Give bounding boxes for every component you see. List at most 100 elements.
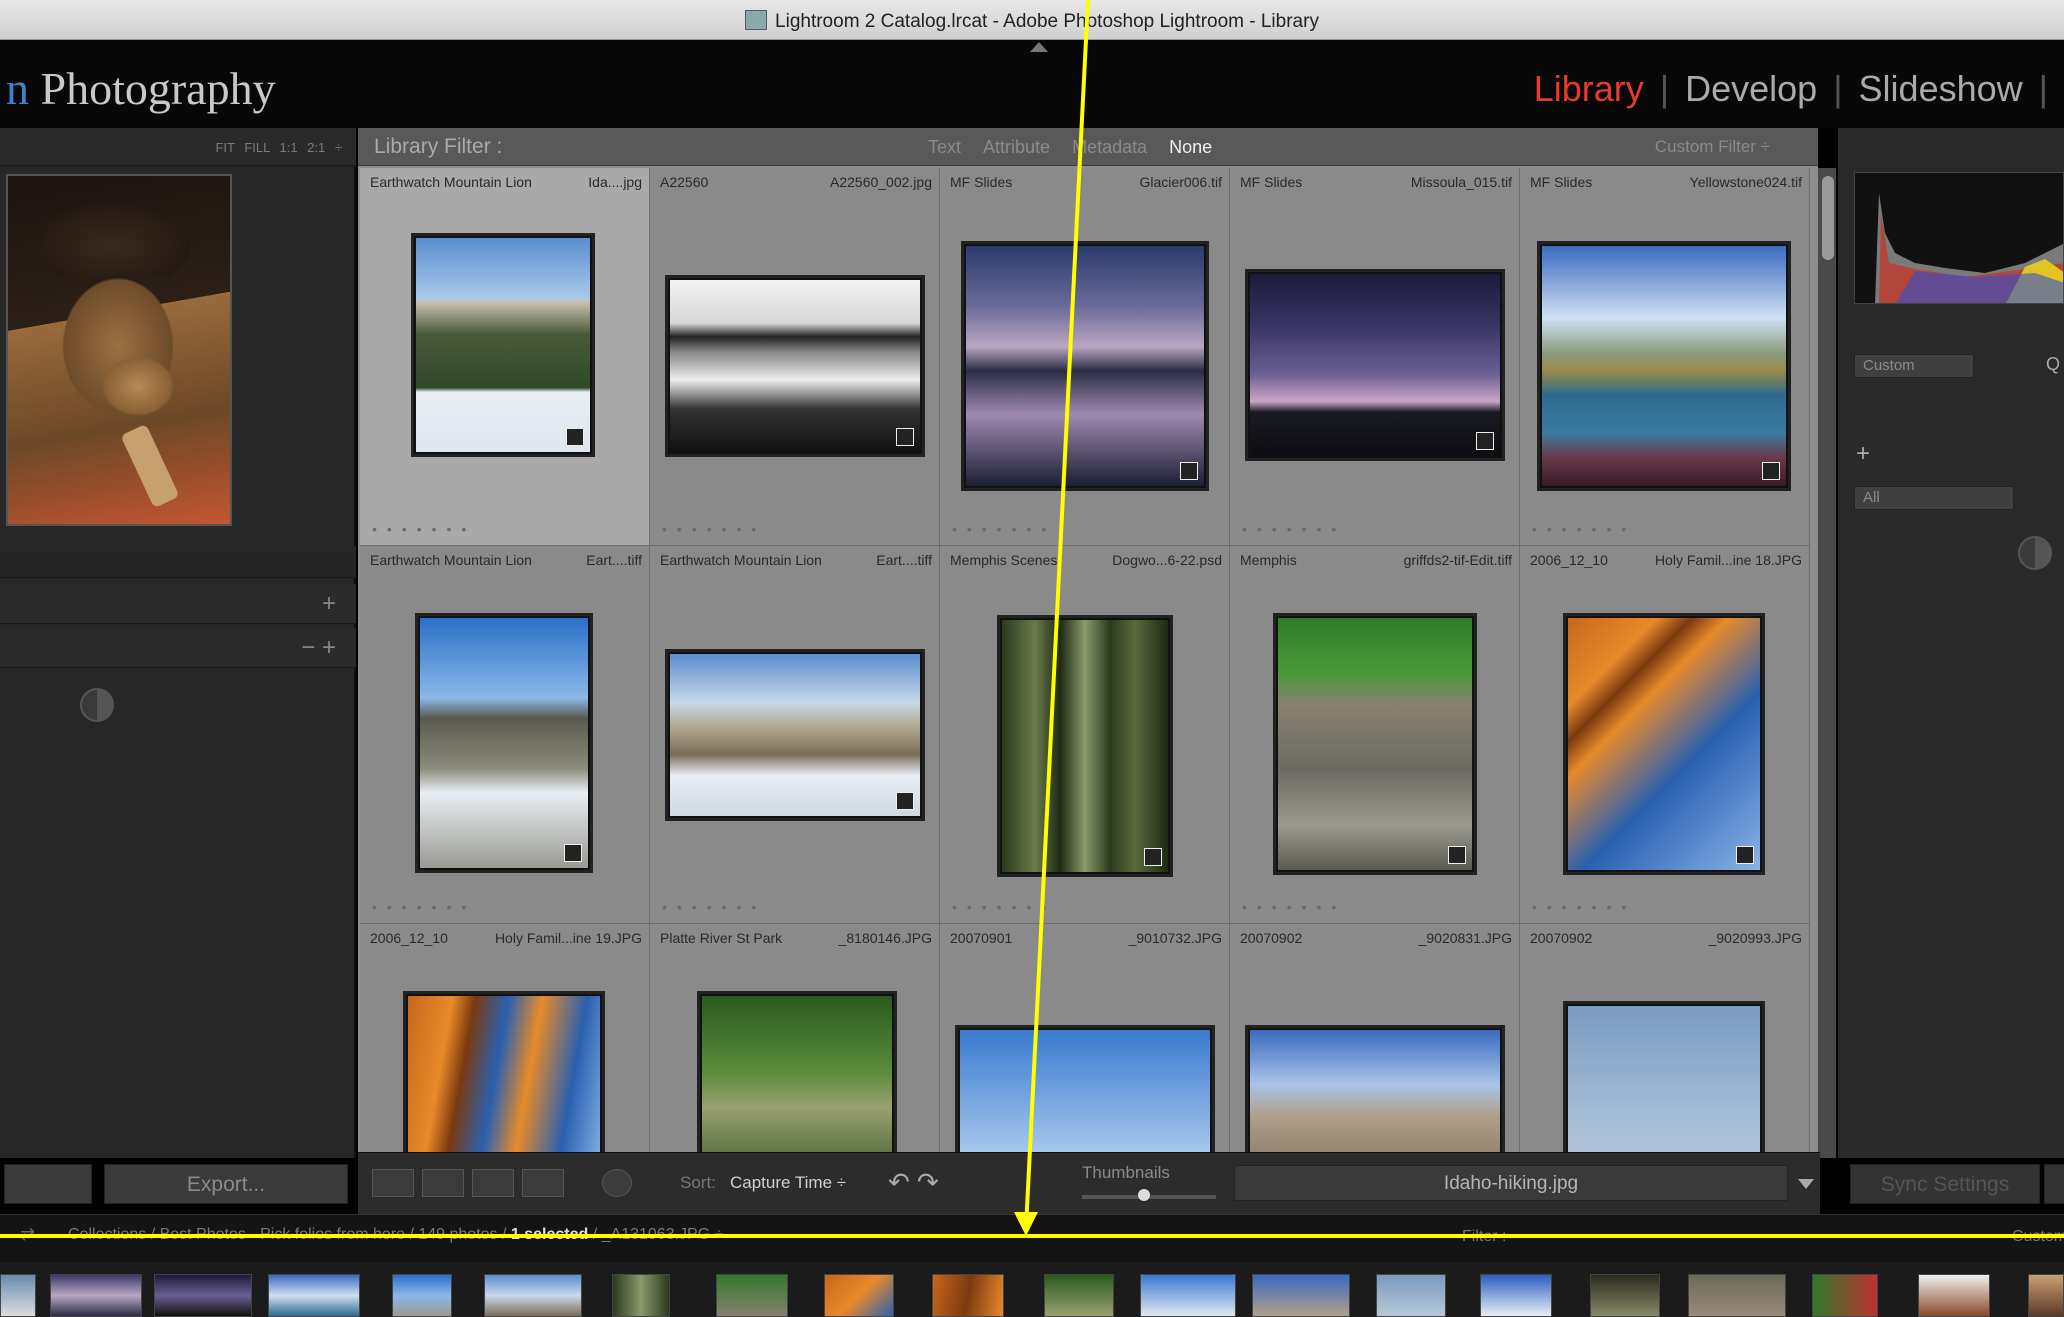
photo-thumbnail[interactable] <box>414 236 592 454</box>
filter-text[interactable]: Text <box>928 137 961 157</box>
thumbnail-grid: Earthwatch Mountain Lion Ida....jpg •••••… <box>360 168 1812 1154</box>
photo-thumbnail[interactable] <box>1276 616 1474 872</box>
grid-cell[interactable]: 2006_12_10 Holy Famil...ine 18.JPG ••••••… <box>1520 546 1810 924</box>
thumbnail-size-handle[interactable] <box>1138 1189 1150 1201</box>
grid-cell[interactable]: Memphis Scenes Dogwo...6-22.psd ••••••• <box>940 546 1230 924</box>
grid-cell[interactable]: Platte River St Park _8180146.JPG <box>650 924 940 1154</box>
photo-thumbnail[interactable] <box>418 616 590 870</box>
photo-thumbnail[interactable] <box>1566 1004 1762 1154</box>
filter-none[interactable]: None <box>1169 137 1212 157</box>
module-separator: | <box>2038 68 2048 109</box>
filter-preset-select[interactable]: Custom Filter ÷ <box>1655 137 1770 157</box>
sort-label: Sort: <box>680 1173 716 1192</box>
photo-thumbnail[interactable] <box>1248 1028 1502 1154</box>
grid-cell[interactable]: 2006_12_10 Holy Famil...ine 19.JPG <box>360 924 650 1154</box>
filmstrip-thumb[interactable] <box>612 1274 670 1317</box>
filmstrip-thumb[interactable] <box>1376 1274 1446 1317</box>
filmstrip-thumb[interactable] <box>1918 1274 1990 1317</box>
filmstrip-thumb[interactable] <box>1688 1274 1786 1317</box>
filmstrip-thumb[interactable] <box>1252 1274 1350 1317</box>
filmstrip-thumb[interactable] <box>50 1274 142 1317</box>
grid-cell[interactable]: Earthwatch Mountain Lion Eart....tiff •••… <box>650 546 940 924</box>
photo-thumbnail[interactable] <box>1540 244 1788 488</box>
add-keyword-icon[interactable]: + <box>1856 440 1870 468</box>
preset-select[interactable]: Custom <box>1854 354 1974 378</box>
module-slideshow[interactable]: Slideshow <box>1859 68 2023 109</box>
filmstrip-filter-preset[interactable]: Custom <box>2012 1228 2064 1246</box>
filmstrip-thumb[interactable] <box>1044 1274 1114 1317</box>
loupe-view-icon[interactable] <box>422 1169 464 1197</box>
photo-thumbnail[interactable] <box>668 652 922 818</box>
sort-select[interactable]: Capture Time ÷ <box>730 1173 846 1193</box>
edit-badge-icon <box>1144 848 1162 866</box>
photo-thumbnail[interactable] <box>964 244 1206 488</box>
filter-metadata[interactable]: Metadata <box>1072 137 1147 157</box>
keyword-set-select[interactable]: All <box>1854 486 2014 510</box>
painter-icon[interactable] <box>602 1169 632 1197</box>
grid-cell[interactable]: 20070902 _9020831.JPG <box>1230 924 1520 1154</box>
export-button[interactable]: Export... <box>104 1164 348 1204</box>
photo-thumbnail[interactable] <box>958 1028 1212 1154</box>
grid-cell[interactable]: A22560 A22560_002.jpg ••••••• <box>650 168 940 546</box>
navigator-header[interactable]: FIT FILL 1:1 2:1 ÷ <box>0 128 356 166</box>
filmstrip-thumb[interactable] <box>1812 1274 1878 1317</box>
grid-cell[interactable]: 20070902 _9020993.JPG <box>1520 924 1810 1154</box>
rotate-icons[interactable]: ↶ ↷ <box>888 1169 948 1197</box>
add-folder-icon[interactable]: + <box>322 590 336 618</box>
grid-cell[interactable]: Memphis griffds2-tif-Edit.tiff ••••••• <box>1230 546 1520 924</box>
filmstrip-thumb[interactable] <box>1480 1274 1552 1317</box>
filmstrip-thumb[interactable] <box>716 1274 788 1317</box>
toolbar-options-icon[interactable] <box>1798 1179 1814 1189</box>
module-separator: | <box>1659 68 1670 109</box>
filmstrip-thumb[interactable] <box>268 1274 360 1317</box>
module-library[interactable]: Library <box>1534 68 1644 109</box>
filmstrip-filter-controls[interactable]: •••••••••••••• <box>1520 1228 1738 1246</box>
grid-scroll-thumb[interactable] <box>1822 176 1834 260</box>
library-filter-label: Library Filter : <box>374 135 503 158</box>
catalog-section[interactable] <box>0 546 356 578</box>
grid-cell[interactable]: MF Slides Yellowstone024.tif ••••••• <box>1520 168 1810 546</box>
photo-thumbnail[interactable] <box>1000 618 1170 874</box>
cell-footer: ••••••• <box>662 899 767 915</box>
module-picker: Library | Develop | Slideshow | <box>1534 68 2064 110</box>
grid-cell[interactable]: Earthwatch Mountain Lion Ida....jpg •••••… <box>360 168 650 546</box>
navigator-preview-image[interactable] <box>6 174 232 526</box>
filmstrip-source-path[interactable]: Collections / Best Photos - Pick folios … <box>68 1226 723 1244</box>
filmstrip-thumb[interactable] <box>1590 1274 1660 1317</box>
filmstrip-nav-icon[interactable]: ⇄ <box>20 1224 35 1245</box>
grid-cell[interactable]: MF Slides Glacier006.tif ••••••• <box>940 168 1230 546</box>
photo-thumbnail[interactable] <box>406 994 602 1154</box>
grid-cell[interactable]: MF Slides Missoula_015.tif ••••••• <box>1230 168 1520 546</box>
cell-footer: ••••••• <box>952 899 1057 915</box>
compare-view-icon[interactable] <box>472 1169 514 1197</box>
filmstrip-thumb[interactable] <box>932 1274 1004 1317</box>
module-develop[interactable]: Develop <box>1685 68 1817 109</box>
photo-thumbnail[interactable] <box>700 994 894 1154</box>
filmstrip-thumb[interactable] <box>392 1274 452 1317</box>
collections-section[interactable]: − + <box>0 628 356 668</box>
filmstrip-thumb[interactable] <box>2028 1274 2064 1317</box>
filmstrip-thumb[interactable] <box>824 1274 894 1317</box>
photo-thumbnail[interactable] <box>1248 272 1502 458</box>
photo-thumbnail[interactable] <box>668 278 922 454</box>
sync-metadata-button[interactable] <box>2044 1164 2064 1204</box>
filmstrip-thumb[interactable] <box>1140 1274 1236 1317</box>
filmstrip-thumb[interactable] <box>0 1274 36 1317</box>
survey-view-icon[interactable] <box>522 1169 564 1197</box>
filter-attribute[interactable]: Attribute <box>983 137 1050 157</box>
top-panel-toggle-icon[interactable] <box>1030 42 1048 52</box>
photo-thumbnail[interactable] <box>1566 616 1762 872</box>
grid-view-icon[interactable] <box>372 1169 414 1197</box>
filmstrip-thumb[interactable] <box>484 1274 582 1317</box>
sync-settings-button[interactable]: Sync Settings <box>1850 1164 2040 1204</box>
add-collection-icon[interactable]: − + <box>301 634 336 662</box>
folders-section[interactable]: + <box>0 584 356 624</box>
grid-cell[interactable]: Earthwatch Mountain Lion Eart....tiff •••… <box>360 546 650 924</box>
edit-badge-icon <box>564 844 582 862</box>
import-button[interactable] <box>4 1164 92 1204</box>
edit-badge-icon <box>1736 846 1754 864</box>
grid-cell[interactable]: 20070901 _9010732.JPG <box>940 924 1230 1154</box>
grid-scrollbar[interactable] <box>1818 168 1836 1158</box>
edit-badge-icon <box>1180 462 1198 480</box>
filmstrip-thumb[interactable] <box>154 1274 252 1317</box>
